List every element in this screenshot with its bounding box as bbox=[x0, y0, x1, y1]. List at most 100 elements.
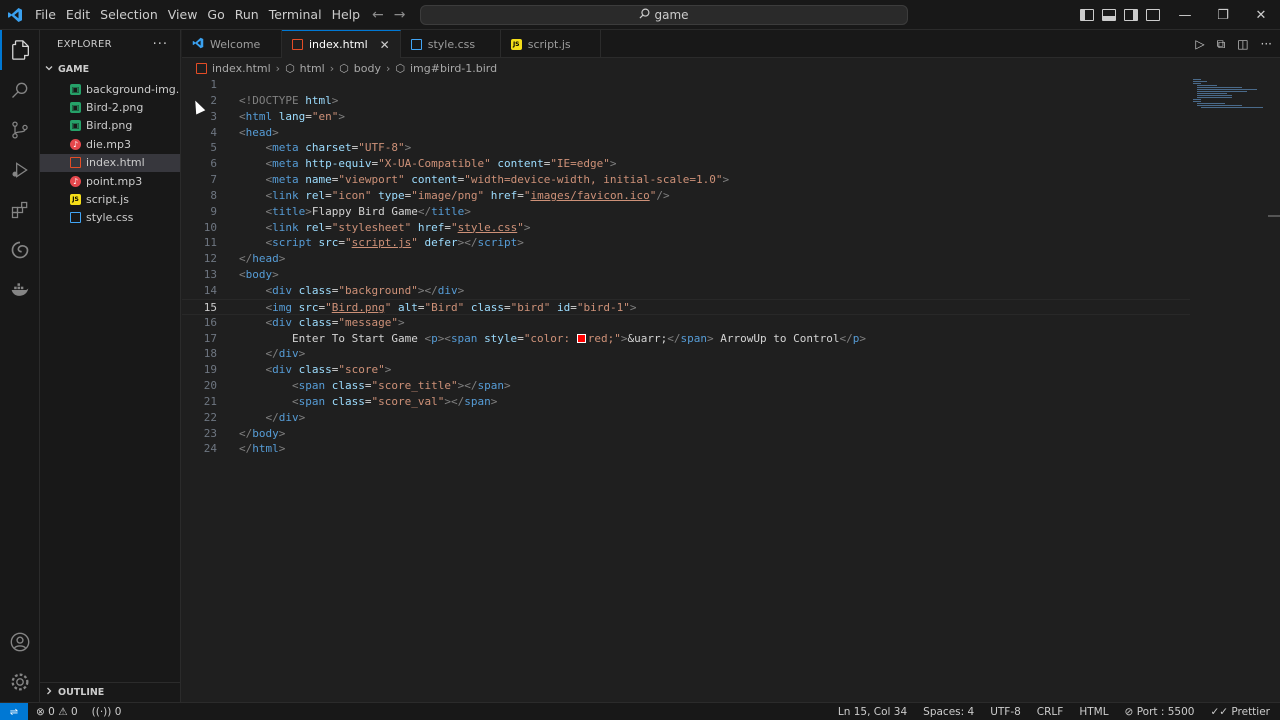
tab-label: index.html bbox=[309, 38, 368, 51]
file-label: index.html bbox=[86, 156, 145, 170]
tab-welcome[interactable]: Welcome bbox=[182, 30, 282, 58]
toggle-primary-sidebar-icon[interactable] bbox=[1080, 9, 1094, 21]
vscode-icon bbox=[192, 37, 204, 52]
more-actions-icon[interactable]: ··· bbox=[1261, 37, 1272, 51]
file-item[interactable]: ▣ Bird-2.png bbox=[40, 98, 180, 116]
explorer-sidebar: EXPLORER ··· GAME ▣ background-img... ▣ Bir… bbox=[40, 30, 181, 702]
file-item[interactable]: style.css bbox=[40, 209, 180, 227]
search-icon[interactable] bbox=[0, 70, 40, 110]
line-number: 19 bbox=[203, 363, 217, 377]
remote-indicator-icon[interactable]: ⇌ bbox=[0, 703, 28, 720]
html-icon bbox=[196, 62, 207, 74]
editor-tabs: Welcome index.html ✕ style.css JS script… bbox=[182, 30, 1280, 58]
minimize-icon[interactable]: — bbox=[1166, 0, 1204, 30]
minimap[interactable] bbox=[1193, 77, 1268, 117]
file-label: script.js bbox=[86, 193, 129, 207]
more-actions-icon[interactable]: ··· bbox=[153, 37, 168, 52]
tab-style-css[interactable]: style.css bbox=[401, 30, 501, 58]
breadcrumb-item[interactable]: img#bird-1.bird bbox=[410, 62, 497, 75]
cursor-position[interactable]: Ln 15, Col 34 bbox=[838, 706, 907, 718]
no-entry-icon: ⊘ bbox=[1124, 706, 1137, 718]
code-line: </html> bbox=[239, 442, 286, 456]
chevron-right-icon: › bbox=[385, 61, 391, 75]
menu-terminal[interactable]: Terminal bbox=[264, 0, 327, 30]
code-line: <title>Flappy Bird Game</title> bbox=[265, 204, 471, 218]
menu-file[interactable]: File bbox=[30, 0, 61, 30]
toggle-panel-icon[interactable] bbox=[1102, 9, 1116, 21]
chevron-right-icon bbox=[44, 686, 54, 699]
search-icon bbox=[639, 8, 650, 22]
close-window-icon[interactable]: ✕ bbox=[1242, 0, 1280, 30]
code-line: <body> bbox=[239, 268, 279, 282]
outline-section[interactable]: OUTLINE bbox=[40, 682, 181, 702]
breadcrumb-item[interactable]: index.html bbox=[212, 62, 271, 75]
forward-arrow-icon[interactable]: → bbox=[394, 0, 406, 30]
open-changes-icon[interactable]: ⧉ bbox=[1217, 37, 1226, 52]
file-item[interactable]: ♪ point.mp3 bbox=[40, 172, 180, 190]
tab-index-html[interactable]: index.html ✕ bbox=[282, 30, 401, 58]
edge-devtools-icon[interactable] bbox=[0, 230, 40, 270]
breadcrumb-item[interactable]: html bbox=[300, 62, 325, 75]
menu-edit[interactable]: Edit bbox=[61, 0, 95, 30]
line-number: 23 bbox=[203, 426, 217, 440]
folder-game[interactable]: GAME bbox=[40, 58, 180, 80]
file-item[interactable]: ▣ background-img... bbox=[40, 80, 180, 98]
end-of-line[interactable]: CRLF bbox=[1037, 706, 1064, 718]
file-label: background-img... bbox=[86, 82, 180, 96]
code-line: <script src="script.js" defer></script> bbox=[265, 236, 524, 250]
file-item[interactable]: index.html bbox=[40, 153, 180, 172]
code-line: </body> bbox=[239, 426, 286, 440]
file-item[interactable]: ▣ Bird.png bbox=[40, 117, 180, 135]
scrollbar-marker[interactable] bbox=[1268, 215, 1280, 217]
window-controls: — ❐ ✕ bbox=[1166, 0, 1280, 30]
code-editor[interactable]: 1 2 <!DOCTYPE html> 3 <html lang="en"> 4 <h… bbox=[182, 77, 1190, 457]
indentation[interactable]: Spaces: 4 bbox=[923, 706, 974, 718]
menu-view[interactable]: View bbox=[163, 0, 203, 30]
run-icon[interactable]: ▷ bbox=[1195, 37, 1204, 51]
docker-icon[interactable] bbox=[0, 270, 40, 310]
close-tab-icon[interactable]: ✕ bbox=[380, 38, 390, 52]
menu-selection[interactable]: Selection bbox=[95, 0, 163, 30]
chevron-right-icon: › bbox=[329, 61, 335, 75]
line-number: 18 bbox=[203, 347, 217, 361]
manage-gear-icon[interactable] bbox=[0, 662, 40, 702]
split-editor-icon[interactable]: ◫ bbox=[1237, 37, 1248, 51]
tab-script-js[interactable]: JS script.js bbox=[501, 30, 601, 58]
back-arrow-icon[interactable]: ← bbox=[372, 0, 384, 30]
encoding[interactable]: UTF-8 bbox=[990, 706, 1021, 718]
menu-help[interactable]: Help bbox=[327, 0, 366, 30]
run-debug-icon[interactable] bbox=[0, 150, 40, 190]
customize-layout-icon[interactable] bbox=[1146, 9, 1160, 21]
file-label: die.mp3 bbox=[86, 137, 131, 151]
command-center-search[interactable]: game bbox=[420, 5, 908, 25]
code-line: <div class="background"></div> bbox=[265, 283, 465, 297]
breadcrumb: index.html › ⬡ html › ⬡ body › ⬡ img#bir… bbox=[196, 59, 497, 77]
menu-bar: File Edit Selection View Go Run Terminal… bbox=[30, 0, 365, 30]
cube-icon: ⬡ bbox=[395, 61, 405, 75]
image-file-icon: ▣ bbox=[70, 120, 81, 132]
account-icon[interactable] bbox=[0, 622, 40, 662]
restore-icon[interactable]: ❐ bbox=[1204, 0, 1242, 30]
line-number: 6 bbox=[210, 157, 217, 171]
image-file-icon: ▣ bbox=[70, 102, 81, 114]
file-item[interactable]: ♪ die.mp3 bbox=[40, 135, 180, 153]
ports-indicator[interactable]: ((·)) 0 bbox=[92, 706, 122, 718]
file-item[interactable]: JS script.js bbox=[40, 190, 180, 208]
code-line: </div> bbox=[265, 347, 306, 361]
breadcrumb-item[interactable]: body bbox=[354, 62, 381, 75]
line-number: 15 bbox=[203, 300, 217, 314]
port-label: Port : 5500 bbox=[1136, 706, 1195, 718]
file-label: Bird-2.png bbox=[86, 101, 144, 115]
language-mode[interactable]: HTML bbox=[1079, 706, 1108, 718]
line-number: 13 bbox=[203, 268, 217, 282]
extensions-icon[interactable] bbox=[0, 190, 40, 230]
menu-go[interactable]: Go bbox=[202, 0, 229, 30]
tab-label: Welcome bbox=[210, 37, 261, 51]
menu-run[interactable]: Run bbox=[230, 0, 264, 30]
problems-indicator[interactable]: ⊗ 0 ⚠ 0 bbox=[36, 706, 78, 718]
prettier-status[interactable]: ✓✓ Prettier bbox=[1210, 706, 1270, 718]
explorer-icon[interactable] bbox=[0, 30, 40, 70]
toggle-secondary-sidebar-icon[interactable] bbox=[1124, 9, 1138, 21]
source-control-icon[interactable] bbox=[0, 110, 40, 150]
live-server-port[interactable]: ⊘ Port : 5500 bbox=[1125, 706, 1195, 718]
